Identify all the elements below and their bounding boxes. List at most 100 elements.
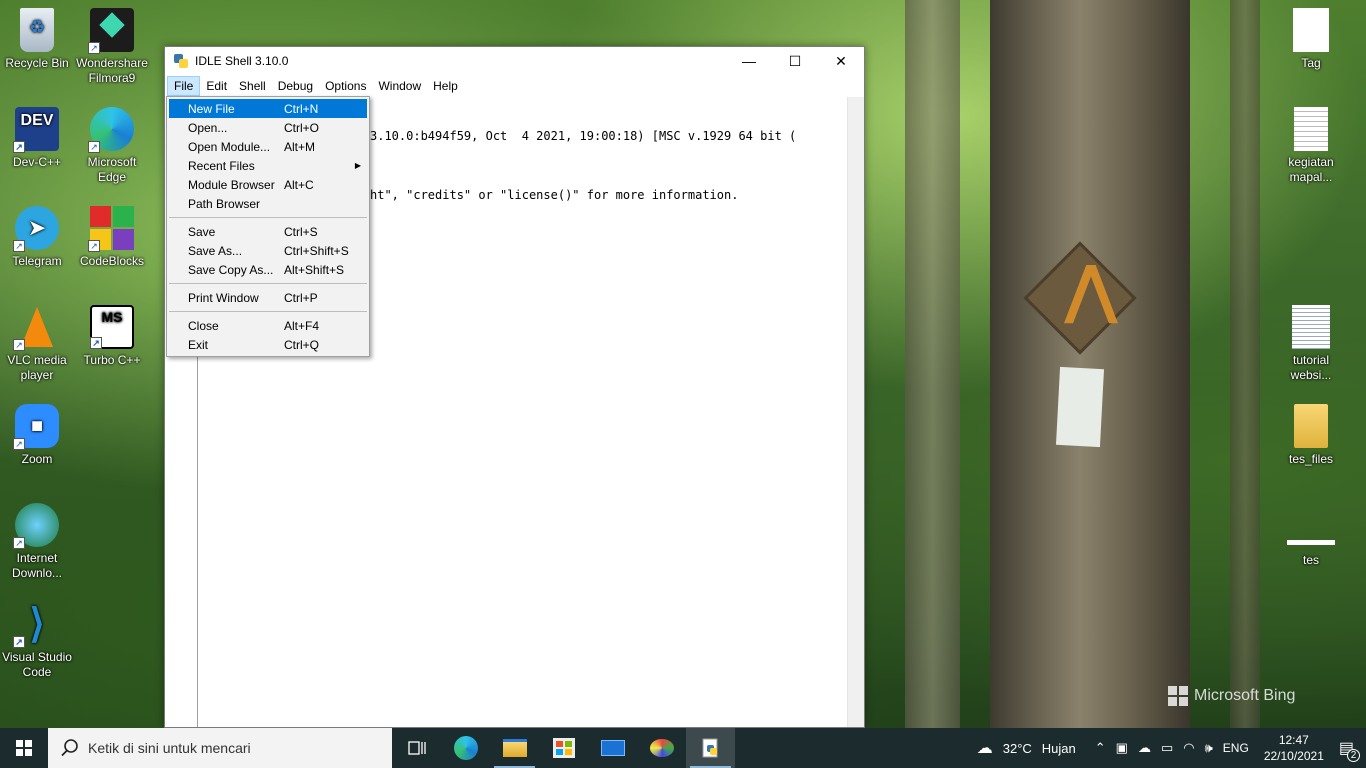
weather-text[interactable]: Hujan xyxy=(1042,741,1076,756)
taskbar-edge[interactable] xyxy=(441,728,490,768)
windows-logo-icon xyxy=(1168,686,1188,706)
desktop-icon-filmora[interactable]: ↗ Wondershare Filmora9 xyxy=(75,8,149,86)
desktop-icon-tutorial[interactable]: tutorial websi... xyxy=(1274,305,1348,383)
devcpp-icon: DEV ↗ xyxy=(13,107,59,153)
weather-icon[interactable]: ☁ xyxy=(977,738,993,758)
taskbar-store[interactable] xyxy=(539,728,588,768)
onedrive-icon[interactable]: ☁ xyxy=(1138,740,1151,756)
desktop-icon-codeblocks[interactable]: ↗ CodeBlocks xyxy=(75,206,149,269)
vertical-scrollbar[interactable] xyxy=(847,97,864,727)
taskbar-clock[interactable]: 12:47 22/10/2021 xyxy=(1264,732,1324,764)
background-tree xyxy=(905,0,960,728)
chevron-up-icon[interactable]: ⌃ xyxy=(1095,740,1106,756)
window-titlebar[interactable]: IDLE Shell 3.10.0 — ☐ ✕ xyxy=(165,47,864,75)
maximize-button[interactable]: ☐ xyxy=(772,47,818,75)
search-icon xyxy=(61,739,78,757)
taskbar-search[interactable]: Ketik di sini untuk mencari xyxy=(48,728,392,768)
store-icon xyxy=(552,738,575,758)
task-view-icon xyxy=(407,741,426,755)
desktop-icon-tes-files[interactable]: tes_files xyxy=(1274,404,1348,467)
trail-sign-symbol: ⋀ xyxy=(1064,253,1118,327)
menu-separator xyxy=(169,283,367,284)
desktop-icon-kegiatan[interactable]: kegiatan mapal... xyxy=(1274,107,1348,185)
menu-item-path-browser[interactable]: Path Browser xyxy=(167,194,369,213)
notification-center-icon[interactable]: ▤ 2 xyxy=(1339,738,1360,762)
idm-icon: ↗ xyxy=(13,503,59,549)
menu-options[interactable]: Options xyxy=(319,76,372,96)
file-icon xyxy=(1293,8,1329,52)
shell-line: ht", "credits" or "license()" for more i… xyxy=(370,188,739,202)
desktop-icon-zoom[interactable]: ■ ↗ Zoom xyxy=(0,404,74,467)
volume-icon[interactable]: 🕪 xyxy=(1205,740,1213,756)
menu-shell[interactable]: Shell xyxy=(233,76,272,96)
close-button[interactable]: ✕ xyxy=(818,47,864,75)
desktop-icon-idm[interactable]: ↗ Internet Downlo... xyxy=(0,503,74,581)
taskbar-paint[interactable] xyxy=(637,728,686,768)
meet-now-icon[interactable]: ▣ xyxy=(1116,740,1128,756)
telegram-icon: ➤ ↗ xyxy=(13,206,59,252)
menu-item-new-file[interactable]: New File Ctrl+N xyxy=(169,99,367,118)
desktop-icon-edge[interactable]: ↗ Microsoft Edge xyxy=(75,107,149,185)
minimize-button[interactable]: — xyxy=(726,47,772,75)
taskbar-idle[interactable] xyxy=(686,728,735,768)
desktop-icon-turbocpp[interactable]: MS ↗ Turbo C++ xyxy=(75,305,149,368)
wifi-icon[interactable]: ◠ xyxy=(1183,740,1194,756)
bing-watermark: Microsoft Bing xyxy=(1168,686,1295,706)
menu-item-save-as[interactable]: Save As... Ctrl+Shift+S xyxy=(167,241,369,260)
menu-separator xyxy=(169,217,367,218)
windows-logo-icon xyxy=(16,740,32,756)
menu-item-close[interactable]: Close Alt+F4 xyxy=(167,316,369,335)
idle-icon xyxy=(702,738,717,758)
menu-edit[interactable]: Edit xyxy=(200,76,233,96)
file-explorer-icon xyxy=(502,739,527,757)
filmora-icon: ↗ xyxy=(88,8,134,54)
document-icon xyxy=(1292,305,1330,349)
edge-icon: ↗ xyxy=(88,107,134,153)
taskbar-mail[interactable] xyxy=(588,728,637,768)
menu-window[interactable]: Window xyxy=(372,76,427,96)
file-menu-dropdown: New File Ctrl+N Open... Ctrl+O Open Modu… xyxy=(166,96,370,357)
file-icon xyxy=(1287,540,1335,545)
menu-item-open-module[interactable]: Open Module... Alt+M xyxy=(167,137,369,156)
desktop-icon-vlc[interactable]: ↗ VLC media player xyxy=(0,305,74,383)
desktop-icon-devcpp[interactable]: DEV ↗ Dev-C++ xyxy=(0,107,74,170)
desktop-icon-tag[interactable]: Tag xyxy=(1274,8,1348,71)
window-title: IDLE Shell 3.10.0 xyxy=(195,54,289,68)
menu-item-module-browser[interactable]: Module Browser Alt+C xyxy=(167,175,369,194)
desktop-icon-tes[interactable]: tes xyxy=(1274,540,1348,568)
desktop-icon-telegram[interactable]: ➤ ↗ Telegram xyxy=(0,206,74,269)
battery-icon[interactable]: ▭ xyxy=(1161,740,1173,756)
menu-item-recent-files[interactable]: Recent Files ▶ xyxy=(167,156,369,175)
clock-date: 22/10/2021 xyxy=(1263,749,1324,763)
folder-icon xyxy=(1294,404,1328,448)
menubar: File Edit Shell Debug Options Window Hel… xyxy=(165,75,864,97)
python-icon xyxy=(174,54,188,68)
menu-file[interactable]: File xyxy=(167,76,201,96)
weather-temp[interactable]: 32°C xyxy=(1003,741,1032,756)
taskbar-file-explorer[interactable] xyxy=(490,728,539,768)
menu-help[interactable]: Help xyxy=(427,76,464,96)
language-indicator[interactable]: ENG xyxy=(1223,741,1249,755)
desktop-icon-recycle-bin[interactable]: ♻ Recycle Bin xyxy=(0,8,74,71)
menu-item-open[interactable]: Open... Ctrl+O xyxy=(167,118,369,137)
menu-item-exit[interactable]: Exit Ctrl+Q xyxy=(167,335,369,354)
desktop-icon-vscode[interactable]: ⟩ ↗ Visual Studio Code xyxy=(0,602,74,680)
document-icon xyxy=(1294,107,1328,151)
edge-icon xyxy=(453,736,478,760)
menu-item-save-copy-as[interactable]: Save Copy As... Alt+Shift+S xyxy=(167,260,369,279)
zoom-icon: ■ ↗ xyxy=(13,404,59,450)
menu-separator xyxy=(169,311,367,312)
menu-item-save[interactable]: Save Ctrl+S xyxy=(167,222,369,241)
menu-item-print-window[interactable]: Print Window Ctrl+P xyxy=(167,288,369,307)
task-view-button[interactable] xyxy=(392,728,441,768)
mail-icon xyxy=(600,740,625,756)
turbocpp-icon: MS ↗ xyxy=(90,305,134,349)
menu-debug[interactable]: Debug xyxy=(272,76,319,96)
vlc-icon: ↗ xyxy=(13,305,59,351)
paint-icon xyxy=(649,739,674,757)
codeblocks-icon: ↗ xyxy=(88,206,134,252)
shell-line: 3.10.0:b494f59, Oct 4 2021, 19:00:18) [M… xyxy=(370,129,797,143)
start-button[interactable] xyxy=(0,728,48,768)
background-tree xyxy=(1230,0,1260,728)
system-tray: ☁ 32°C Hujan ⌃ ▣ ☁ ▭ ◠ 🕪 ENG 12:47 22/10… xyxy=(972,728,1366,768)
